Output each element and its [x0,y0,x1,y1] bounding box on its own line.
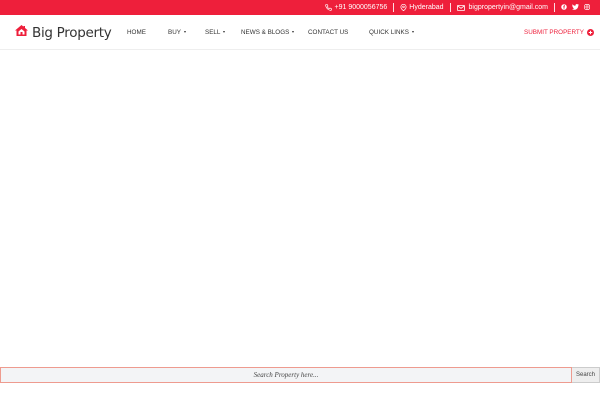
site-logo[interactable]: Big Property [14,23,112,43]
nav-quick-links-label: QUICK LINKS [369,28,409,36]
phone-icon [324,4,332,11]
nav-quick-links[interactable]: QUICK LINKS [369,15,414,49]
phone-number: +91 9000056756 [334,4,388,11]
nav-buy[interactable]: BUY [168,15,186,49]
house-icon [14,24,29,42]
top-contact-bar: +91 9000056756 Hyderabad bigpropertyin@g… [0,0,600,15]
social-links [561,3,590,12]
nav-sell[interactable]: SELL [205,15,226,49]
nav-contact-label: CONTACT US [308,28,349,36]
submit-property-label: SUBMIT PROPERTY [524,28,584,36]
map-pin-icon [400,4,407,11]
email-contact[interactable]: bigpropertyin@gmail.com [456,0,548,15]
nav-sell-label: SELL [205,28,221,36]
plus-circle-icon [586,28,594,36]
caret-down-icon [411,31,414,33]
email-address: bigpropertyin@gmail.com [468,4,548,11]
nav-buy-label: BUY [168,28,181,36]
submit-property-link[interactable]: SUBMIT PROPERTY [524,15,594,49]
caret-down-icon [183,31,186,33]
search-input[interactable] [0,367,572,383]
facebook-icon[interactable] [561,3,567,12]
nav-news-label: NEWS & BLOGS [241,28,290,36]
location-text: Hyderabad [409,4,444,11]
nav-contact-us[interactable]: CONTACT US [308,15,348,49]
twitter-icon[interactable] [572,3,579,12]
logo-text: Big Property [32,25,112,41]
phone-contact[interactable]: +91 9000056756 [324,0,388,15]
property-search-bar: Search [0,367,600,383]
nav-news-blogs[interactable]: NEWS & BLOGS [241,15,295,49]
caret-down-icon [292,31,295,33]
mail-icon [456,4,465,11]
divider [449,3,451,12]
divider [393,3,395,12]
nav-home[interactable]: HOME [127,15,146,49]
caret-down-icon [223,31,226,33]
nav-home-label: HOME [127,28,146,36]
location-info[interactable]: Hyderabad [400,0,444,15]
search-button[interactable]: Search [572,367,600,383]
divider [554,3,555,12]
instagram-icon[interactable] [584,3,590,12]
main-navbar: Big Property HOME BUY SELL NEWS & BLOGS … [0,15,600,50]
